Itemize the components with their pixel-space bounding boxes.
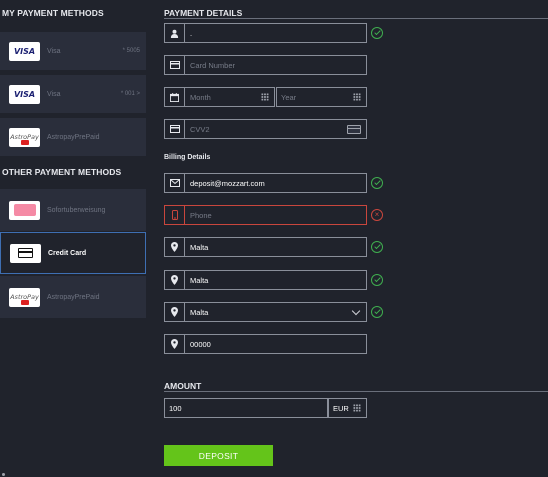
zip-field[interactable]: 00000 [164, 334, 367, 354]
corner-dot [2, 473, 5, 476]
month-placeholder: Month [190, 92, 211, 102]
email-field[interactable]: deposit@mozzart.com [164, 173, 367, 193]
amount-value: 100 [169, 403, 182, 413]
card-number-placeholder: Card Number [190, 60, 236, 70]
valid-check-icon [371, 177, 383, 189]
sofort-logo [9, 200, 40, 220]
location-pin-icon [165, 238, 185, 256]
grid-icon[interactable] [353, 93, 361, 101]
phone-placeholder: Phone [190, 210, 212, 220]
currency-value: EUR [333, 403, 349, 413]
method-label: Credit Card [48, 249, 87, 257]
grid-icon[interactable] [353, 404, 361, 412]
saved-method-visa-2[interactable]: VISA Visa * 001 > [0, 75, 146, 113]
grid-icon[interactable] [261, 93, 269, 101]
amount-input[interactable]: 100 [164, 398, 328, 418]
cvv-field[interactable]: CVV2 [164, 119, 367, 139]
chevron-down-icon[interactable] [351, 306, 361, 315]
method-label: Visa [47, 47, 61, 55]
deposit-button[interactable]: DEPOSIT [164, 445, 273, 466]
visa-logo: VISA [9, 84, 40, 104]
address-field[interactable]: Malta [164, 237, 367, 257]
method-label: AstropayPrePaid [47, 133, 100, 141]
cvv-card-icon [347, 124, 361, 134]
method-sofortuberweisung[interactable]: Sofortuberweisung [0, 189, 146, 231]
year-placeholder: Year [281, 92, 297, 102]
location-pin-icon [165, 271, 185, 289]
method-label: Sofortuberweisung [47, 206, 106, 214]
country-value: Malta [190, 307, 209, 317]
calendar-icon [165, 88, 185, 106]
expiry-year-field[interactable]: Year [276, 87, 367, 107]
location-pin-icon [165, 303, 185, 321]
divider [164, 18, 548, 19]
country-select[interactable]: Malta [164, 302, 367, 322]
amount-title: AMOUNT [164, 381, 202, 391]
saved-method-astropay[interactable]: AstroPay AstropayPrePaid [0, 118, 146, 156]
error-cross-icon: × [371, 209, 383, 221]
card-icon [165, 56, 185, 74]
phone-field[interactable]: Phone [164, 205, 367, 225]
method-astropay-prepaid[interactable]: AstroPay AstropayPrePaid [0, 276, 146, 318]
card-icon [165, 120, 185, 138]
valid-check-icon [371, 306, 383, 318]
billing-details-title: Billing Details [164, 154, 211, 161]
card-number-field[interactable]: Card Number [164, 55, 367, 75]
valid-check-icon [371, 241, 383, 253]
card-mask: * 5005 [122, 48, 140, 54]
astropay-logo: AstroPay [9, 127, 40, 147]
cvv-placeholder: CVV2 [190, 124, 210, 134]
location-pin-icon [165, 335, 185, 353]
user-icon [165, 24, 185, 42]
saved-method-visa-1[interactable]: VISA Visa * 5005 [0, 32, 146, 70]
city-value: Malta [190, 275, 209, 285]
visa-logo: VISA [9, 41, 40, 61]
other-payment-methods-title: OTHER PAYMENT METHODS [2, 167, 122, 177]
payment-methods-panel: MY PAYMENT METHODS VISA Visa * 5005 VISA… [0, 0, 146, 477]
payment-details-title: PAYMENT DETAILS [164, 8, 243, 18]
method-label: AstropayPrePaid [47, 293, 100, 301]
currency-select[interactable]: EUR [328, 398, 367, 418]
cardholder-name-value: . [190, 28, 193, 38]
address-value: Malta [190, 242, 209, 252]
cardholder-name-field[interactable]: . [164, 23, 367, 43]
method-credit-card[interactable]: Credit Card [0, 232, 146, 274]
method-label: Visa [47, 90, 61, 98]
phone-icon [165, 206, 185, 224]
my-payment-methods-title: MY PAYMENT METHODS [2, 8, 104, 18]
city-field[interactable]: Malta [164, 270, 367, 290]
astropay-logo: AstroPay [9, 287, 40, 307]
expiry-month-field[interactable]: Month [164, 87, 275, 107]
envelope-icon [165, 174, 185, 192]
valid-check-icon [371, 274, 383, 286]
credit-card-icon [10, 243, 41, 263]
email-value: deposit@mozzart.com [190, 178, 265, 188]
card-mask: * 001 > [120, 91, 140, 97]
divider [164, 391, 548, 392]
zip-value: 00000 [190, 339, 211, 349]
valid-check-icon [371, 27, 383, 39]
